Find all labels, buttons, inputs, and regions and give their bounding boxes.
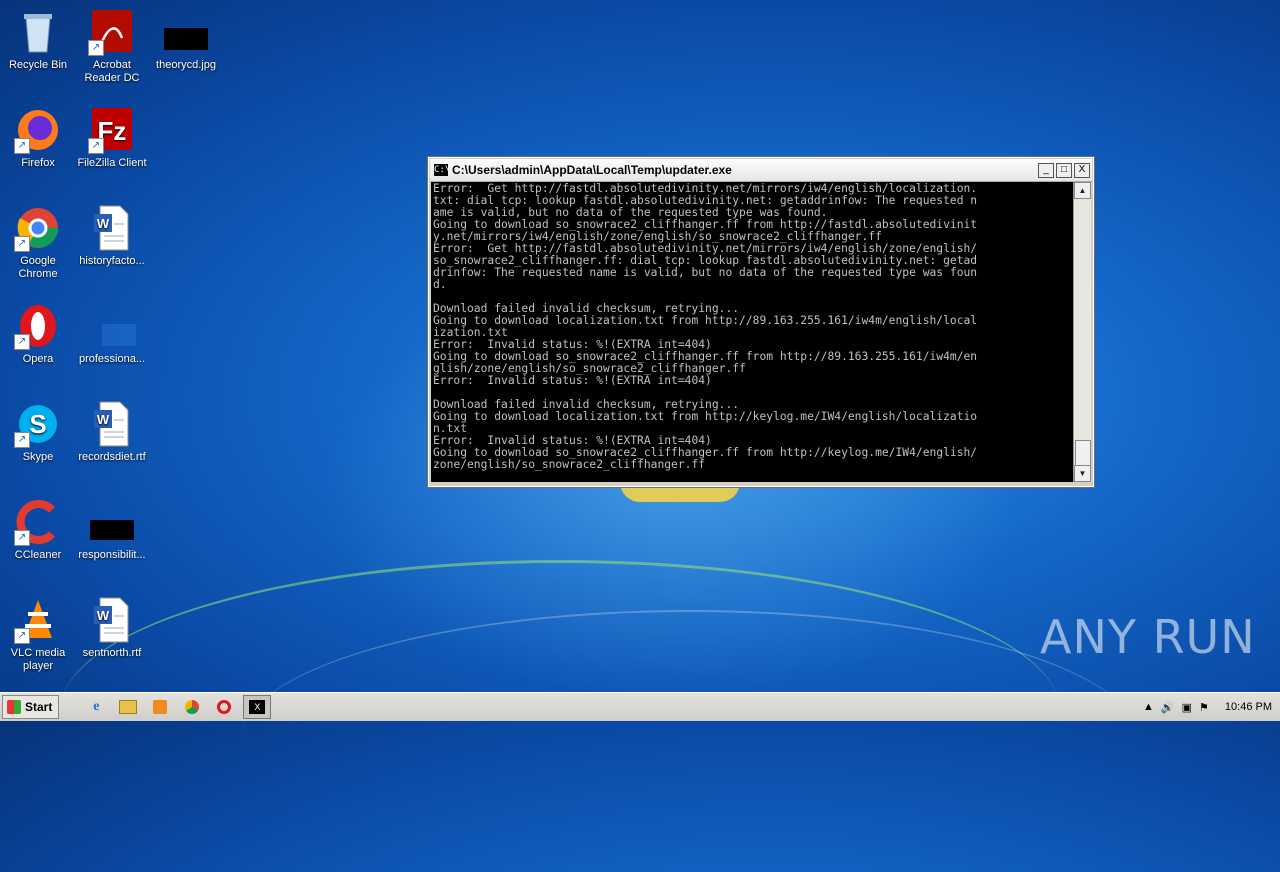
scroll-thumb[interactable] bbox=[1075, 440, 1091, 466]
console-line: zone/english/so_snowrace2_cliffhanger.ff bbox=[433, 458, 706, 471]
desktop-icon-google-chrome[interactable]: ↗ Google Chrome bbox=[0, 204, 76, 281]
opera-icon: ↗ bbox=[14, 302, 62, 350]
shortcut-arrow-icon: ↗ bbox=[14, 334, 30, 350]
console-line: Going to download localization.txt from … bbox=[433, 410, 978, 423]
image-thumbnail-icon bbox=[88, 498, 136, 546]
console-line: Going to download localization.txt from … bbox=[433, 314, 978, 327]
shortcut-arrow-icon: ↗ bbox=[14, 628, 30, 644]
vlc-cone-icon: ↗ bbox=[14, 596, 62, 644]
desktop-icon-vlc[interactable]: ↗ VLC media player bbox=[0, 596, 76, 673]
shortcut-arrow-icon: ↗ bbox=[88, 40, 104, 56]
scroll-up-button[interactable]: ▲ bbox=[1074, 182, 1091, 199]
shortcut-arrow-icon: ↗ bbox=[88, 138, 104, 154]
system-tray: ▲ 🔊 ▣ ⚑ 10:46 PM bbox=[1128, 696, 1280, 718]
start-label: Start bbox=[25, 700, 53, 714]
taskbar-media-player[interactable] bbox=[147, 696, 173, 718]
console-line: drinfow: The requested name is valid, bu… bbox=[433, 266, 978, 279]
internet-explorer-icon: e bbox=[93, 699, 100, 714]
desktop-icon-filezilla[interactable]: Fz ↗ FileZilla Client bbox=[74, 106, 150, 170]
desktop-icon-professiona[interactable]: professiona... bbox=[74, 302, 150, 366]
image-thumbnail-icon bbox=[162, 8, 210, 56]
acrobat-icon: ↗ bbox=[88, 8, 136, 56]
desktop-icon-ccleaner[interactable]: ↗ CCleaner bbox=[0, 498, 76, 562]
opera-icon bbox=[217, 700, 232, 714]
window-title: C:\Users\admin\AppData\Local\Temp\update… bbox=[452, 163, 732, 177]
console-window[interactable]: C:\ C:\Users\admin\AppData\Local\Temp\up… bbox=[427, 156, 1095, 488]
action-center-flag-icon[interactable]: ⚑ bbox=[1199, 701, 1209, 714]
desktop-icon-responsibilit[interactable]: responsibilit... bbox=[74, 498, 150, 562]
show-hidden-icons-icon[interactable]: ▲ bbox=[1143, 701, 1154, 713]
chrome-icon bbox=[185, 700, 200, 714]
desktop-icon-theorycd[interactable]: theorycd.jpg bbox=[148, 8, 224, 72]
recycle-bin-icon bbox=[14, 8, 62, 56]
clock[interactable]: 10:46 PM bbox=[1225, 701, 1272, 713]
console-output[interactable]: Error: Get http://fastdl.absolutedivinit… bbox=[431, 182, 1073, 482]
maximize-button[interactable]: □ bbox=[1056, 162, 1072, 178]
desktop-icon-skype[interactable]: S ↗ Skype bbox=[0, 400, 76, 464]
svg-text:W: W bbox=[97, 216, 110, 231]
taskbar-opera[interactable] bbox=[211, 696, 237, 718]
taskbar-internet-explorer[interactable]: e bbox=[83, 696, 109, 718]
desktop-icon-acrobat[interactable]: ↗ Acrobat Reader DC bbox=[74, 8, 150, 85]
desktop-icon-firefox[interactable]: ↗ Firefox bbox=[0, 106, 76, 170]
console-icon: C:\ bbox=[434, 164, 451, 176]
desktop-icon-sentnorth[interactable]: W sentnorth.rtf bbox=[74, 596, 150, 660]
vertical-scrollbar[interactable]: ▲ ▼ bbox=[1073, 182, 1091, 482]
taskbar-file-explorer[interactable] bbox=[115, 696, 141, 718]
console-line: d. bbox=[433, 278, 447, 291]
anyrun-watermark: ANY RUN bbox=[1040, 610, 1256, 664]
volume-icon[interactable]: 🔊 bbox=[1161, 701, 1175, 714]
shortcut-arrow-icon: ↗ bbox=[14, 432, 30, 448]
console-line: Error: Invalid status: %!(EXTRA int=404) bbox=[433, 374, 712, 387]
firefox-icon: ↗ bbox=[14, 106, 62, 154]
word-document-icon: W bbox=[88, 204, 136, 252]
minimize-button[interactable]: _ bbox=[1038, 162, 1054, 178]
taskbar-chrome[interactable] bbox=[179, 696, 205, 718]
word-document-icon: W bbox=[88, 400, 136, 448]
window-titlebar[interactable]: C:\ C:\Users\admin\AppData\Local\Temp\up… bbox=[430, 159, 1092, 182]
chrome-icon: ↗ bbox=[14, 204, 62, 252]
filezilla-icon: Fz ↗ bbox=[88, 106, 136, 154]
skype-icon: S ↗ bbox=[14, 400, 62, 448]
desktop-icon-recycle-bin[interactable]: Recycle Bin bbox=[0, 8, 76, 72]
scroll-down-button[interactable]: ▼ bbox=[1074, 465, 1091, 482]
word-document-icon: W bbox=[88, 596, 136, 644]
network-icon[interactable]: ▣ bbox=[1182, 701, 1192, 714]
svg-text:S: S bbox=[29, 409, 46, 439]
close-button[interactable]: X bbox=[1074, 162, 1090, 178]
blank-file-icon bbox=[88, 302, 146, 350]
desktop-icon-historyfacto[interactable]: W historyfacto... bbox=[74, 204, 150, 268]
windows-logo-icon bbox=[7, 700, 21, 714]
desktop-icon-recordsdiet[interactable]: W recordsdiet.rtf bbox=[74, 400, 150, 464]
svg-text:W: W bbox=[97, 412, 110, 427]
taskbar: Start e X ▲ 🔊 ▣ ⚑ 10:46 PM bbox=[0, 692, 1280, 721]
desktop-icon-opera[interactable]: ↗ Opera bbox=[0, 302, 76, 366]
taskbar-console[interactable]: X bbox=[243, 695, 272, 719]
shortcut-arrow-icon: ↗ bbox=[14, 236, 30, 252]
console-icon: X bbox=[249, 700, 266, 714]
folder-icon bbox=[119, 700, 138, 714]
wallpaper-arc-secondary bbox=[240, 610, 1140, 872]
shortcut-arrow-icon: ↗ bbox=[14, 530, 30, 546]
ccleaner-icon: ↗ bbox=[14, 498, 62, 546]
svg-text:W: W bbox=[97, 608, 110, 623]
start-button[interactable]: Start bbox=[2, 695, 60, 719]
media-player-icon bbox=[153, 700, 168, 714]
shortcut-arrow-icon: ↗ bbox=[14, 138, 30, 154]
